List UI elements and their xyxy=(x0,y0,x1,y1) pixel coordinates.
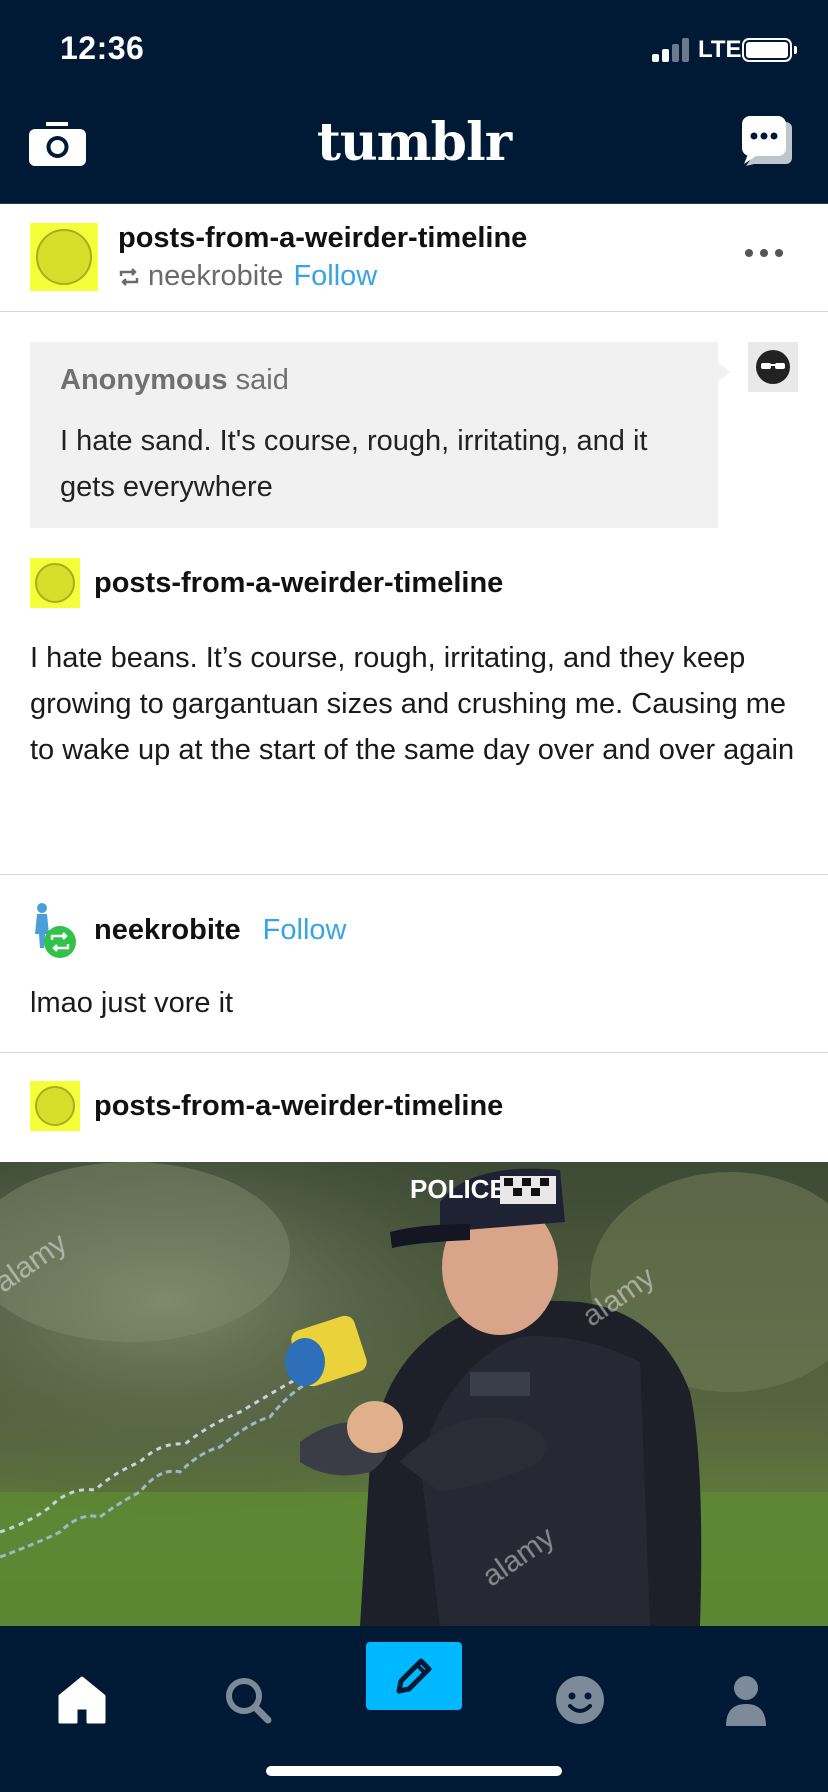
trail-blog-name[interactable]: posts-from-a-weirder-timeline xyxy=(94,1090,503,1123)
signal-strength-icon xyxy=(652,38,690,62)
cap-badge-text: POLICE xyxy=(410,1174,507,1204)
home-indicator xyxy=(266,1766,562,1776)
pencil-icon xyxy=(396,1658,432,1694)
trail-blog-name[interactable]: neekrobite xyxy=(94,914,241,947)
trail-header: neekrobite Follow xyxy=(30,900,346,960)
asker-name: Anonymous xyxy=(60,364,228,396)
status-time: 12:36 xyxy=(60,30,145,66)
ask-box: Anonymous said I hate sand. It's course,… xyxy=(30,342,730,528)
trail-header: posts-from-a-weirder-timeline xyxy=(30,1081,503,1131)
messaging-icon[interactable] xyxy=(742,116,792,166)
status-bar: 12:36 LTE xyxy=(0,0,828,100)
reblog-source: neekrobite Follow xyxy=(118,260,377,293)
reblogged-from-name[interactable]: neekrobite xyxy=(148,260,283,293)
app-header: tumblr xyxy=(0,100,828,204)
activity-icon[interactable] xyxy=(550,1670,610,1730)
home-icon[interactable] xyxy=(52,1670,112,1730)
trail-blog-name[interactable]: posts-from-a-weirder-timeline xyxy=(94,567,503,600)
follow-button[interactable]: Follow xyxy=(263,914,347,947)
account-icon[interactable] xyxy=(716,1670,776,1730)
battery-icon xyxy=(742,38,797,62)
tumblr-logo: tumblr xyxy=(316,112,512,173)
reblog-icon xyxy=(119,267,139,286)
trail-text: I hate beans. It’s course, rough, irrita… xyxy=(30,642,795,766)
follow-button[interactable]: Follow xyxy=(293,260,377,293)
trail-avatar[interactable] xyxy=(30,1081,80,1131)
search-icon[interactable] xyxy=(218,1670,278,1730)
said-label: said xyxy=(227,364,289,396)
ask-question: I hate sand. It's course, rough, irritat… xyxy=(60,425,648,503)
trail-header: posts-from-a-weirder-timeline xyxy=(30,558,503,608)
divider xyxy=(0,874,828,875)
trail-text: lmao just vore it xyxy=(30,987,234,1019)
more-options-icon[interactable] xyxy=(744,248,784,258)
tab-bar xyxy=(0,1626,828,1792)
post-header: posts-from-a-weirder-timeline neekrobite… xyxy=(0,204,828,312)
post-blog-name[interactable]: posts-from-a-weirder-timeline xyxy=(118,222,527,255)
network-type: LTE xyxy=(698,36,742,63)
police-taser-photo: POLICE alamy alamy alamy xyxy=(0,1162,828,1626)
blog-avatar[interactable] xyxy=(30,223,98,291)
asker-line: Anonymous said xyxy=(60,364,289,397)
post-photo[interactable]: POLICE alamy alamy alamy xyxy=(0,1162,828,1626)
anonymous-avatar-icon xyxy=(748,342,798,392)
neekrobite-avatar-icon[interactable] xyxy=(30,900,80,960)
trail-avatar[interactable] xyxy=(30,558,80,608)
compose-button[interactable] xyxy=(366,1642,462,1710)
divider xyxy=(0,1052,828,1053)
